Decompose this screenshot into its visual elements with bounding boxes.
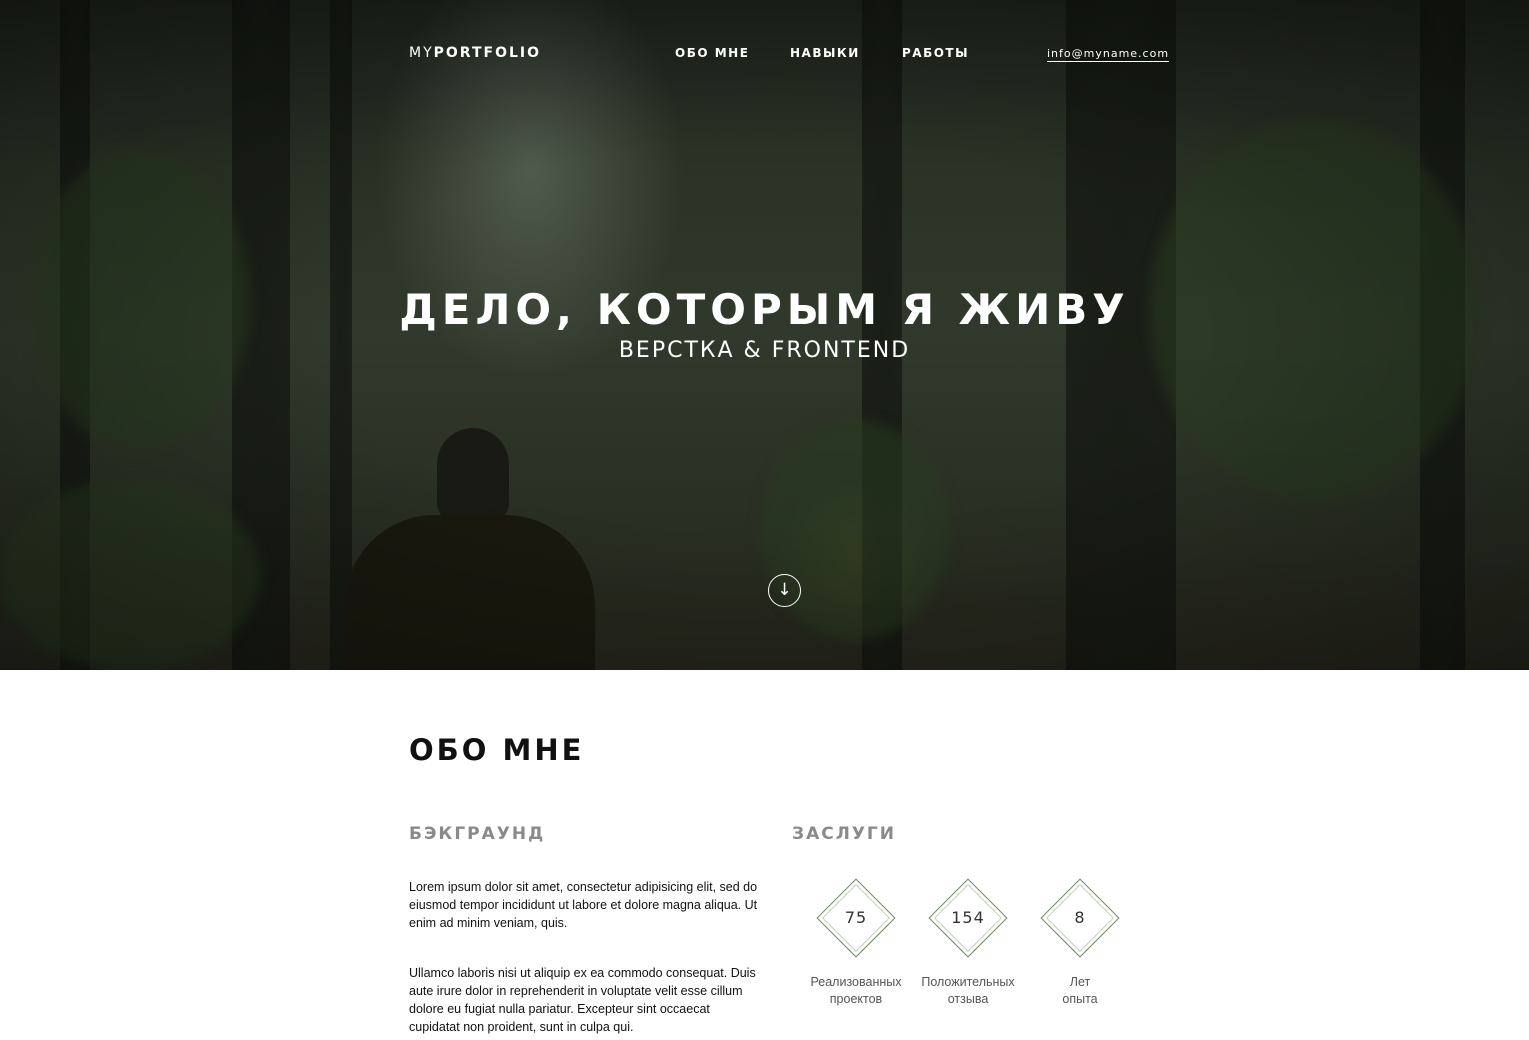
nav-link-about[interactable]: ОБО МНЕ bbox=[675, 46, 749, 60]
diamond-badge: 8 bbox=[1040, 878, 1120, 958]
merits-title: ЗАСЛУГИ bbox=[792, 824, 896, 844]
hero-subtitle: ВЕРСТКА & FRONTEND bbox=[618, 338, 911, 363]
hero-section: MYPORTFOLIO ОБО МНЕ НАВЫКИ РАБОТЫ info@m… bbox=[0, 0, 1529, 670]
nav-link-works[interactable]: РАБОТЫ bbox=[902, 46, 969, 60]
site-logo[interactable]: MYPORTFOLIO bbox=[409, 45, 541, 61]
about-title: ОБО МНЕ bbox=[409, 733, 585, 767]
stat-label-line: проектов bbox=[829, 992, 883, 1006]
stat-label-line: Лет bbox=[1069, 975, 1091, 989]
logo-light-text: MY bbox=[409, 45, 434, 61]
arrow-down-icon: ↓ bbox=[777, 580, 792, 600]
background-title: БЭКГРАУНД bbox=[409, 824, 546, 844]
stat-label-line: Положительных bbox=[921, 975, 1015, 989]
stat-reviews: 154 Положительных отзыва bbox=[908, 878, 1028, 1008]
logo-bold-text: PORTFOLIO bbox=[433, 45, 541, 61]
stat-value: 8 bbox=[1074, 908, 1086, 927]
email-link[interactable]: info@myname.com bbox=[1047, 47, 1170, 62]
nav-link-skills[interactable]: НАВЫКИ bbox=[790, 46, 860, 60]
scroll-down-button[interactable]: ↓ bbox=[768, 574, 801, 607]
background-paragraph: Ullamco laboris nisi ut aliquip ex ea co… bbox=[409, 966, 756, 1034]
stat-value: 75 bbox=[844, 908, 868, 927]
stat-label: Положительных отзыва bbox=[908, 974, 1028, 1008]
stat-label: Реализованных проектов bbox=[796, 974, 916, 1008]
background-paragraph: Lorem ipsum dolor sit amet, consectetur … bbox=[409, 880, 758, 930]
stat-years: 8 Лет опыта bbox=[1020, 878, 1140, 1008]
stat-label-line: опыта bbox=[1062, 992, 1098, 1006]
stat-label: Лет опыта bbox=[1020, 974, 1140, 1008]
diamond-badge: 75 bbox=[816, 878, 896, 958]
hero-title: ДЕЛО, КОТОРЫМ Я ЖИВУ bbox=[399, 285, 1130, 334]
diamond-badge: 154 bbox=[928, 878, 1008, 958]
stat-label-line: Реализованных bbox=[810, 975, 902, 989]
stat-projects: 75 Реализованных проектов bbox=[796, 878, 916, 1008]
stat-label-line: отзыва bbox=[947, 992, 989, 1006]
stat-value: 154 bbox=[951, 908, 985, 927]
hero-vignette bbox=[0, 0, 1529, 670]
